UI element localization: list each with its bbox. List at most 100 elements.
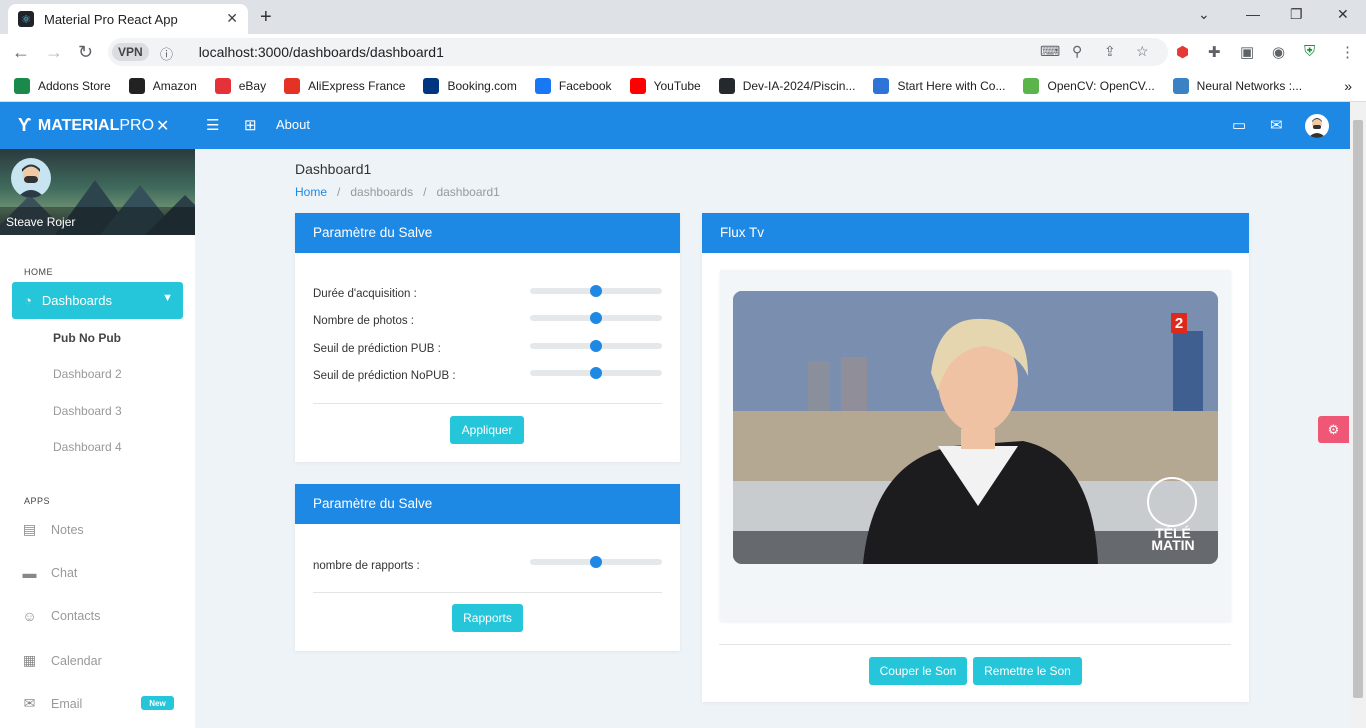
slider-label: nombre de rapports : bbox=[313, 560, 420, 572]
hamburger-icon[interactable]: ☰ bbox=[206, 116, 219, 134]
close-icon[interactable]: ✕ bbox=[226, 10, 238, 27]
card-title: Paramètre du Salve bbox=[295, 484, 680, 524]
dashboards-label: Dashboards bbox=[41, 293, 112, 308]
photos-slider[interactable] bbox=[530, 312, 662, 324]
bookmark-icon bbox=[1023, 77, 1040, 94]
acquisition-slider[interactable] bbox=[530, 285, 662, 297]
bookmark-item[interactable]: YouTube bbox=[629, 77, 701, 94]
minimize-icon[interactable]: — bbox=[1246, 6, 1260, 22]
bookmark-label: AliExpress France bbox=[308, 78, 406, 93]
bookmark-icon bbox=[873, 77, 890, 94]
bookmark-label: Start Here with Co... bbox=[897, 78, 1006, 93]
restore-icon[interactable]: ❐ bbox=[1290, 6, 1303, 23]
sidebar-sub-dashboard-2[interactable]: Dashboard 2 bbox=[53, 367, 122, 381]
settings-gear-icon[interactable]: ⚙ bbox=[1318, 416, 1349, 443]
breadcrumb-dashboards[interactable]: dashboards bbox=[350, 185, 413, 199]
share-icon[interactable]: ⇪ bbox=[1104, 43, 1116, 60]
info-icon[interactable]: ⓘ bbox=[160, 44, 173, 63]
more-bookmarks[interactable]: » bbox=[1344, 78, 1352, 94]
bookmark-item[interactable]: Addons Store bbox=[14, 77, 111, 94]
slider-thumb[interactable] bbox=[590, 367, 602, 379]
home-section-label: HOME bbox=[24, 267, 53, 277]
sidebar-sub-dashboard-4[interactable]: Dashboard 4 bbox=[53, 440, 122, 454]
bookmark-item[interactable]: Facebook bbox=[534, 77, 612, 94]
reload-icon[interactable]: ↻ bbox=[78, 42, 93, 63]
new-tab-button[interactable]: + bbox=[260, 6, 272, 29]
profile-banner: Steave Rojer bbox=[0, 149, 195, 235]
shield-icon[interactable]: ⬢ bbox=[1176, 43, 1189, 61]
chevron-down-icon[interactable]: ⌄ bbox=[1198, 6, 1210, 23]
bookmark-item[interactable]: AliExpress France bbox=[284, 77, 406, 94]
browser-tab[interactable]: ⚛ Material Pro React App ✕ bbox=[8, 4, 248, 34]
grid-icon[interactable]: ⊞ bbox=[244, 116, 257, 134]
bookmark-label: Booking.com bbox=[447, 78, 517, 93]
bookmark-item[interactable]: Start Here with Co... bbox=[873, 77, 1006, 94]
new-badge: New bbox=[141, 696, 174, 710]
logo-icon: Ƴ bbox=[18, 115, 32, 135]
avatar[interactable] bbox=[1305, 114, 1329, 138]
translate-icon[interactable]: ⌨ bbox=[1040, 43, 1060, 60]
sidebar-sub-pub-no-pub[interactable]: Pub No Pub bbox=[53, 331, 121, 345]
vpn-badge[interactable]: VPN bbox=[112, 43, 149, 61]
sidebar-item-contacts[interactable]: ☺ Contacts bbox=[22, 608, 100, 624]
sidebar-item-chat[interactable]: ▬ Chat bbox=[22, 565, 78, 581]
mute-button[interactable]: Couper le Son bbox=[869, 657, 967, 685]
unmute-button[interactable]: Remettre le Son bbox=[973, 657, 1082, 685]
bookmark-item[interactable]: OpenCV: OpenCV... bbox=[1023, 77, 1155, 94]
star-icon[interactable]: ☆ bbox=[1136, 43, 1149, 60]
notes-label: Notes bbox=[51, 522, 84, 537]
forward-icon[interactable]: → bbox=[45, 42, 63, 63]
notes-icon: ▤ bbox=[22, 521, 37, 537]
bookmark-label: eBay bbox=[238, 78, 267, 93]
scrollbar-thumb[interactable] bbox=[1353, 120, 1363, 698]
bookmark-item[interactable]: Amazon bbox=[128, 77, 197, 94]
about-link[interactable]: About bbox=[276, 117, 310, 132]
security-check-icon[interactable]: ⛨ bbox=[1304, 43, 1315, 60]
profile-avatar[interactable] bbox=[11, 158, 51, 198]
bookmark-item[interactable]: Dev-IA-2024/Piscin... bbox=[718, 77, 855, 94]
tab-title: Material Pro React App bbox=[44, 11, 178, 27]
reports-slider[interactable] bbox=[530, 556, 662, 568]
slider-thumb[interactable] bbox=[590, 340, 602, 352]
bookmark-icon bbox=[284, 77, 301, 94]
card-title: Flux Tv bbox=[702, 213, 1249, 253]
apps-section-label: APPS bbox=[24, 496, 51, 506]
close-window-icon[interactable]: ✕ bbox=[1337, 6, 1349, 23]
nopub-threshold-slider[interactable] bbox=[530, 367, 662, 379]
sidebar-item-calendar[interactable]: ▦ Calendar bbox=[22, 652, 102, 669]
zoom-icon[interactable]: ⚲ bbox=[1072, 43, 1082, 60]
url-text[interactable]: localhost:3000/dashboards/dashboard1 bbox=[199, 44, 444, 60]
menu-dots-icon[interactable]: ⋮ bbox=[1340, 43, 1355, 61]
pub-threshold-slider[interactable] bbox=[530, 340, 662, 352]
show-logo: TÉLÉ MATIN bbox=[1147, 526, 1199, 552]
email-label: Email bbox=[51, 696, 83, 711]
chat-icon[interactable]: ▭ bbox=[1232, 116, 1246, 134]
slider-thumb[interactable] bbox=[590, 556, 602, 568]
slider-thumb[interactable] bbox=[590, 312, 602, 324]
sidebar-item-notes[interactable]: ▤ Notes bbox=[22, 521, 84, 538]
apply-button[interactable]: Appliquer bbox=[450, 416, 524, 444]
omnibox[interactable]: VPN ⓘ localhost:3000/dashboards/dashboar… bbox=[108, 38, 1168, 66]
calendar-icon: ▦ bbox=[22, 652, 37, 668]
sidepanel-icon[interactable]: ▣ bbox=[1240, 43, 1254, 61]
slider-thumb[interactable] bbox=[590, 285, 602, 297]
profile-name[interactable]: Steave Rojer bbox=[0, 207, 195, 235]
browser-tab-strip: ⚛ Material Pro React App ✕ + ⌄ — ❐ ✕ bbox=[0, 0, 1366, 34]
reports-button[interactable]: Rapports bbox=[452, 604, 523, 632]
app-logo[interactable]: Ƴ MATERIAL PRO ✕ bbox=[18, 115, 169, 136]
scrollbar[interactable] bbox=[1350, 102, 1366, 728]
sidebar-sub-dashboard-3[interactable]: Dashboard 3 bbox=[53, 404, 122, 418]
profile-icon[interactable]: ◉ bbox=[1272, 43, 1285, 61]
slider-label: Nombre de photos : bbox=[313, 315, 415, 327]
bookmark-item[interactable]: Booking.com bbox=[423, 77, 517, 94]
extensions-icon[interactable]: ✚ bbox=[1208, 43, 1221, 61]
tv-video[interactable]: 2 TÉLÉ MATIN bbox=[733, 291, 1218, 564]
bookmark-item[interactable]: Neural Networks :... bbox=[1172, 77, 1302, 94]
breadcrumb-home[interactable]: Home bbox=[295, 185, 327, 199]
salve-reports-card: Paramètre du Salve nombre de rapports : … bbox=[295, 484, 680, 651]
sidebar-item-email[interactable]: ✉ Email bbox=[22, 695, 83, 712]
sidebar-item-dashboards[interactable]: ◔ Dashboards ▼ bbox=[12, 282, 183, 319]
back-icon[interactable]: ← bbox=[12, 42, 30, 63]
bookmark-item[interactable]: eBay bbox=[214, 77, 267, 94]
mail-icon[interactable]: ✉ bbox=[1270, 116, 1283, 134]
